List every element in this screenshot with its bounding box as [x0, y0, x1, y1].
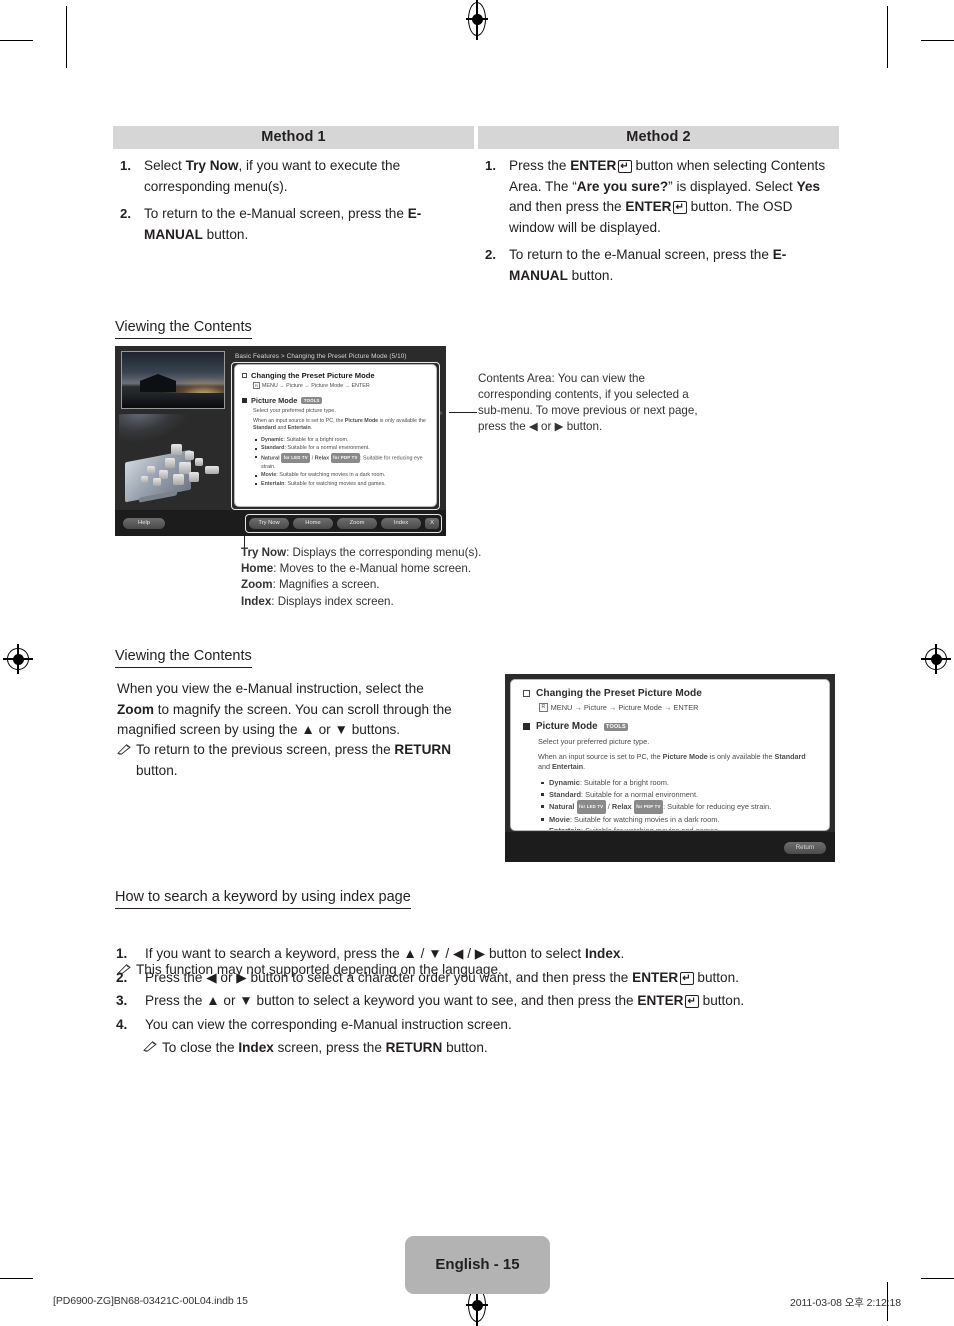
remote-icon: R: [539, 703, 548, 712]
index-step-4: 4. You can view the corresponding e-Manua…: [113, 1014, 840, 1035]
method-column-2: Method 2 1. Press the ENTER ↵ button when …: [478, 126, 839, 293]
step-number: 3.: [116, 993, 128, 1008]
zoomed-title-row: Changing the Preset Picture Mode: [523, 688, 817, 699]
pencil-note-icon: [143, 1041, 157, 1052]
tv-illustration: [119, 414, 229, 510]
solid-square-icon: [523, 723, 530, 730]
page-number-tab: English - 15: [405, 1236, 550, 1294]
step-number: 1.: [120, 158, 131, 173]
screenshot-breadcrumb: Basic Features > Changing the Preset Pic…: [235, 353, 407, 360]
index-step-3: 3. Press the ▲ or ▼ button to select a ke…: [113, 990, 840, 1011]
bullet-entertain: Entertain: Suitable for watching movies …: [541, 825, 817, 830]
section-1-heading: Viewing the Contents: [115, 319, 252, 339]
crop-mark-bottom-left: [0, 1278, 33, 1279]
crop-mark-top-right: [887, 6, 888, 68]
zoomed-picture-mode-label: Picture Mode: [536, 721, 598, 732]
zoomed-intro: Select your preferred picture type.: [538, 737, 650, 746]
step-text: Select Try Now, if you want to execute t…: [144, 158, 401, 194]
step-number: 2.: [116, 969, 128, 985]
tools-badge: TOOLS: [603, 722, 629, 731]
crop-mark-left: [0, 40, 33, 41]
emanual-screenshot-zoomed: Changing the Preset Picture Mode R MENU …: [505, 674, 835, 862]
emanual-screenshot-full: Basic Features > Changing the Preset Pic…: [115, 346, 446, 536]
crop-mark-top-left: [66, 6, 67, 68]
legend-key: Home: [241, 562, 274, 576]
button-legend: Try Now: Displays the corresponding menu…: [241, 545, 481, 610]
footer-timestamp: 2011-03-08 오후 2:12:18: [789, 1297, 901, 1309]
section-2-note-text: To return to the previous screen, press …: [136, 742, 452, 778]
page-content: Method 1 1. Select Try Now, if you want t…: [113, 0, 841, 1321]
index-search-steps: 1. If you want to search a keyword, press…: [113, 943, 840, 1061]
index-substep-note: To close the Index screen, press the RET…: [113, 1037, 840, 1058]
step-text: Press the ◀ or ▶ button to select a char…: [145, 969, 739, 985]
return-button[interactable]: Return: [784, 842, 826, 854]
method-2-step-1: 1. Press the ENTER ↵ button when selecting…: [478, 156, 839, 238]
step-number: 1.: [485, 158, 496, 173]
step-text: To return to the e-Manual screen, press …: [509, 247, 787, 283]
method-1-step-2: 2. To return to the e-Manual screen, pres…: [113, 204, 474, 245]
registration-mark-left: [3, 644, 33, 674]
step-number: 2.: [120, 206, 131, 221]
preview-thumbnail-image: [121, 351, 225, 409]
legend-item-index: Index: Displays index screen.: [241, 594, 481, 610]
step-text: Press the ▲ or ▼ button to select a keyw…: [145, 993, 745, 1008]
step-number: 4.: [116, 1016, 128, 1032]
bullet-dynamic: Dynamic: Suitable for a bright room.: [541, 777, 817, 789]
legend-desc: : Displays index screen.: [271, 594, 394, 608]
section-3-heading: How to search a keyword by using index p…: [115, 889, 411, 909]
method-1-step-1: 1. Select Try Now, if you want to execute…: [113, 156, 474, 197]
method-2-step-2: 2. To return to the e-Manual screen, pres…: [478, 245, 839, 286]
index-step-1: 1. If you want to search a keyword, press…: [113, 943, 840, 964]
section-2-heading: Viewing the Contents: [115, 648, 252, 668]
step-number: 2.: [485, 247, 496, 262]
step-number: 1.: [116, 946, 128, 961]
zoomed-note: When an input source is set to PC, the P…: [538, 752, 806, 771]
section-2-paragraph: When you view the e-Manual instruction, …: [117, 679, 463, 741]
leader-line-contents-area: [449, 412, 477, 413]
bullet-movie: Movie: Suitable for watching movies in a…: [541, 814, 817, 826]
zoomed-menu-path: R MENU → Picture → Picture Mode → ENTER: [539, 703, 817, 712]
legend-key: Try Now: [241, 546, 287, 559]
help-button[interactable]: Help: [123, 518, 165, 529]
bullet-natural-relax: Natural for LED TV / Relax for PDP TV: S…: [541, 800, 817, 814]
legend-key: Zoom: [241, 578, 273, 592]
hollow-square-icon: [523, 690, 530, 697]
registration-mark-right: [921, 644, 951, 674]
legend-desc: : Magnifies a screen.: [272, 578, 380, 592]
method-2-steps: 1. Press the ENTER ↵ button when selecting…: [478, 149, 839, 286]
method-2-header: Method 2: [478, 126, 839, 149]
crop-mark-right: [921, 40, 954, 41]
index-substep-text: To close the Index screen, press the RET…: [162, 1040, 488, 1055]
zoomed-bullets: Dynamic: Suitable for a bright room. Sta…: [541, 777, 817, 830]
zoomed-menu-path-text: MENU → Picture → Picture Mode → ENTER: [550, 703, 699, 712]
method-1-header: Method 1: [113, 126, 474, 149]
step-text: If you want to search a keyword, press t…: [145, 946, 625, 961]
footer-file-info: [PD6900-ZG]BN68-03421C-00L04.indb 15: [53, 1295, 248, 1307]
pencil-note-icon: [117, 744, 131, 755]
contents-area-highlight: [231, 362, 440, 510]
legend-desc: : Displays the corresponding menu(s).: [286, 546, 482, 559]
legend-item-home: Home: Moves to the e-Manual home screen.: [241, 561, 481, 577]
zoomed-title: Changing the Preset Picture Mode: [536, 688, 702, 699]
method-table: Method 1 1. Select Try Now, if you want t…: [113, 126, 840, 293]
method-1-steps: 1. Select Try Now, if you want to execute…: [113, 149, 474, 245]
section-2-note: To return to the previous screen, press …: [117, 740, 482, 781]
step-text: To return to the e-Manual screen, press …: [144, 206, 422, 242]
contents-area-callout: Contents Area: You can view the correspo…: [478, 372, 698, 433]
step-text: Press the ENTER ↵ button when selecting C…: [509, 158, 826, 235]
step-text: You can view the corresponding e-Manual …: [145, 1016, 512, 1032]
button-bar-highlight: [245, 514, 442, 533]
method-column-1: Method 1 1. Select Try Now, if you want t…: [113, 126, 474, 293]
legend-item-zoom: Zoom: Magnifies a screen.: [241, 577, 481, 593]
legend-key: Index: [241, 594, 272, 608]
crop-mark-bottom-right: [921, 1278, 954, 1279]
legend-item-try-now: Try Now: Displays the corresponding menu…: [241, 545, 481, 561]
index-step-2: 2. Press the ◀ or ▶ button to select a ch…: [113, 967, 840, 988]
bullet-standard: Standard: Suitable for a normal environm…: [541, 789, 817, 801]
section-2-paragraph-text: When you view the e-Manual instruction, …: [117, 681, 452, 737]
zoomed-picture-mode-row: Picture Mode TOOLS: [523, 721, 817, 732]
legend-desc: : Moves to the e-Manual home screen.: [273, 562, 472, 576]
zoomed-contents-panel: Changing the Preset Picture Mode R MENU …: [510, 679, 830, 831]
